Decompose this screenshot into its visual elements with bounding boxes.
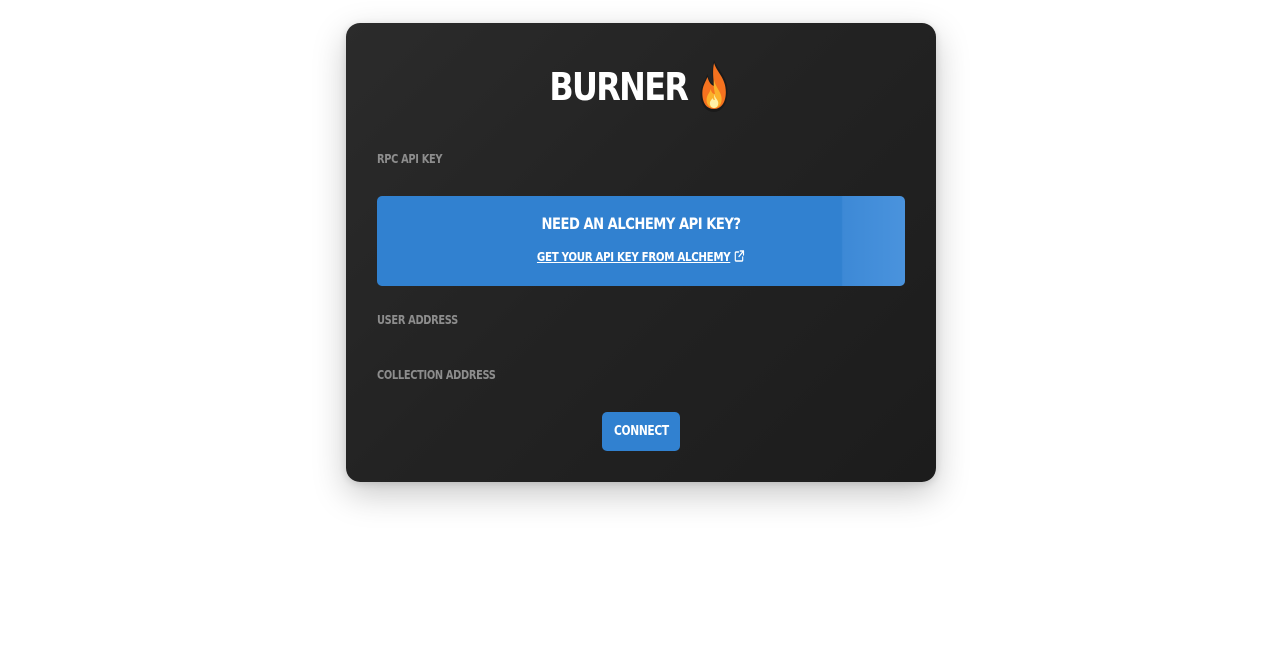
fire-icon [696,58,733,114]
alchemy-link-text[interactable]: GET YOUR API KEY FROM ALCHEMY [537,249,731,264]
burner-card: BURNER RPC API KEY NEED AN ALCHEMY API K… [346,23,936,482]
user-address-label: USER ADDRESS [377,313,458,327]
app-title-text: BURNER [549,65,689,109]
external-link-icon [734,249,745,263]
collection-address-label: COLLECTION ADDRESS [377,368,496,382]
alchemy-notice-heading: NEED AN ALCHEMY API KEY? [541,214,741,233]
app-title: BURNER [393,58,889,118]
alchemy-api-key-link[interactable]: GET YOUR API KEY FROM ALCHEMY [425,249,858,265]
alchemy-notice: NEED AN ALCHEMY API KEY? GET YOUR API KE… [377,196,905,286]
connect-button-label: CONNECT [613,424,669,439]
rpc-api-key-label: RPC API KEY [377,152,443,166]
connect-button[interactable]: CONNECT [602,412,680,451]
